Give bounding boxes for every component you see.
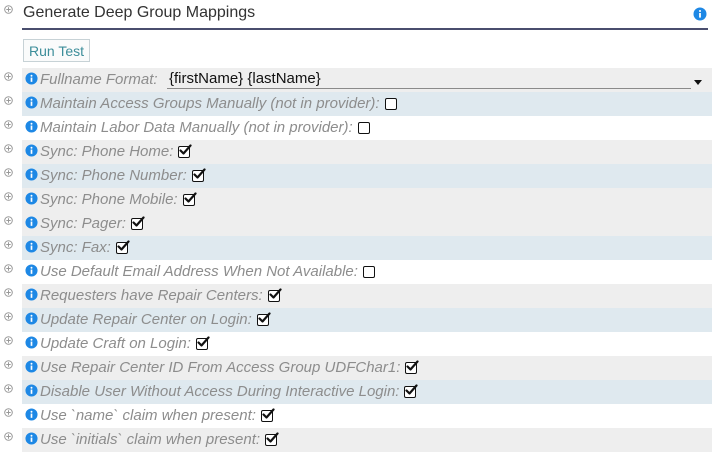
setting-row: Use `initials` claim when present: [0, 428, 714, 452]
info-icon[interactable] [25, 288, 38, 301]
info-icon[interactable] [25, 336, 38, 349]
run-test-button[interactable]: Run Test [23, 39, 90, 62]
collapse-toggle-icon[interactable] [3, 431, 14, 442]
checkbox-checked[interactable] [267, 287, 282, 302]
info-icon[interactable] [25, 168, 38, 181]
collapse-toggle-icon[interactable] [3, 167, 14, 178]
header-divider [22, 28, 708, 30]
setting-label: Sync: Phone Number: [40, 167, 206, 184]
collapse-toggle-icon[interactable] [3, 335, 14, 346]
checkbox-checked[interactable] [195, 335, 210, 350]
setting-label: Disable User Without Access During Inter… [40, 383, 419, 400]
setting-row: Sync: Phone Home: [0, 140, 714, 164]
checkbox-checked[interactable] [130, 215, 145, 230]
checkbox-checked[interactable] [115, 239, 130, 254]
info-icon[interactable] [25, 360, 38, 373]
collapse-toggle-icon[interactable] [3, 4, 14, 15]
checkbox-checked[interactable] [404, 383, 419, 398]
checkbox-checked[interactable] [265, 431, 279, 446]
collapse-toggle-icon[interactable] [3, 143, 14, 154]
collapse-toggle-icon[interactable] [3, 71, 14, 82]
setting-label: Maintain Access Groups Manually (not in … [40, 95, 397, 112]
info-icon[interactable] [25, 72, 38, 85]
checkbox-checked[interactable] [191, 167, 206, 182]
info-icon[interactable] [25, 96, 38, 109]
setting-row: Sync: Phone Number: [0, 164, 714, 188]
setting-label: Use Repair Center ID From Access Group U… [40, 359, 419, 376]
checkbox-checked[interactable] [405, 359, 419, 374]
fullname-format-label: Fullname Format: [40, 71, 158, 88]
setting-label: Maintain Labor Data Manually (not in pro… [40, 119, 370, 136]
info-icon[interactable] [25, 216, 38, 229]
setting-label: Use Default Email Address When Not Avail… [40, 263, 375, 280]
setting-row: Disable User Without Access During Inter… [0, 380, 714, 404]
checkbox-unchecked[interactable] [362, 265, 375, 278]
checkbox-checked[interactable] [182, 191, 197, 206]
info-icon[interactable] [25, 192, 38, 205]
checkbox-checked[interactable] [256, 311, 271, 326]
info-icon[interactable] [25, 312, 38, 325]
info-icon[interactable] [25, 432, 38, 445]
setting-row-fullname-format: Fullname Format: {firstName} {lastName} [0, 68, 714, 92]
collapse-toggle-icon[interactable] [3, 95, 14, 106]
collapse-toggle-icon[interactable] [3, 191, 14, 202]
setting-label: Sync: Fax: [40, 239, 130, 256]
collapse-toggle-icon[interactable] [3, 359, 14, 370]
collapse-toggle-icon[interactable] [3, 215, 14, 226]
info-icon[interactable] [25, 240, 38, 253]
collapse-toggle-icon[interactable] [3, 239, 14, 250]
info-icon[interactable] [25, 384, 38, 397]
collapse-toggle-icon[interactable] [3, 287, 14, 298]
setting-row: Sync: Pager: [0, 212, 714, 236]
info-icon[interactable] [693, 7, 707, 26]
setting-label: Requesters have Repair Centers: [40, 287, 282, 304]
info-icon[interactable] [25, 408, 38, 421]
setting-row: Update Repair Center on Login: [0, 308, 714, 332]
setting-row: Sync: Fax: [0, 236, 714, 260]
checkbox-checked[interactable] [260, 407, 275, 422]
collapse-toggle-icon[interactable] [3, 407, 14, 418]
info-icon[interactable] [25, 264, 38, 277]
collapse-toggle-icon[interactable] [3, 263, 14, 274]
collapse-toggle-icon[interactable] [3, 119, 14, 130]
setting-label: Sync: Pager: [40, 215, 145, 232]
collapse-toggle-icon[interactable] [3, 383, 14, 394]
checkbox-unchecked[interactable] [384, 97, 397, 110]
checkbox-checked[interactable] [178, 143, 193, 158]
setting-label: Sync: Phone Home: [40, 143, 193, 160]
setting-label: Sync: Phone Mobile: [40, 191, 197, 208]
setting-label: Use `name` claim when present: [40, 407, 275, 424]
setting-row: Requesters have Repair Centers: [0, 284, 714, 308]
setting-row: Sync: Phone Mobile: [0, 188, 714, 212]
section-title: Generate Deep Group Mappings [23, 4, 256, 21]
setting-label: Update Craft on Login: [40, 335, 210, 352]
setting-label: Use `initials` claim when present: [40, 431, 279, 448]
collapse-toggle-icon[interactable] [3, 311, 14, 322]
setting-row: Maintain Access Groups Manually (not in … [0, 92, 714, 116]
info-icon[interactable] [25, 144, 38, 157]
setting-row: Use Repair Center ID From Access Group U… [0, 356, 714, 380]
setting-row: Use `name` claim when present: [0, 404, 714, 428]
fullname-format-select[interactable]: {firstName} {lastName} [167, 70, 691, 89]
section-header: Generate Deep Group Mappings [0, 0, 714, 31]
info-icon[interactable] [25, 120, 38, 133]
setting-row: Update Craft on Login: [0, 332, 714, 356]
setting-row: Maintain Labor Data Manually (not in pro… [0, 116, 714, 140]
chevron-down-icon[interactable] [694, 80, 702, 85]
setting-label: Update Repair Center on Login: [40, 311, 271, 328]
setting-row: Use Default Email Address When Not Avail… [0, 260, 714, 284]
checkbox-unchecked[interactable] [357, 121, 370, 134]
